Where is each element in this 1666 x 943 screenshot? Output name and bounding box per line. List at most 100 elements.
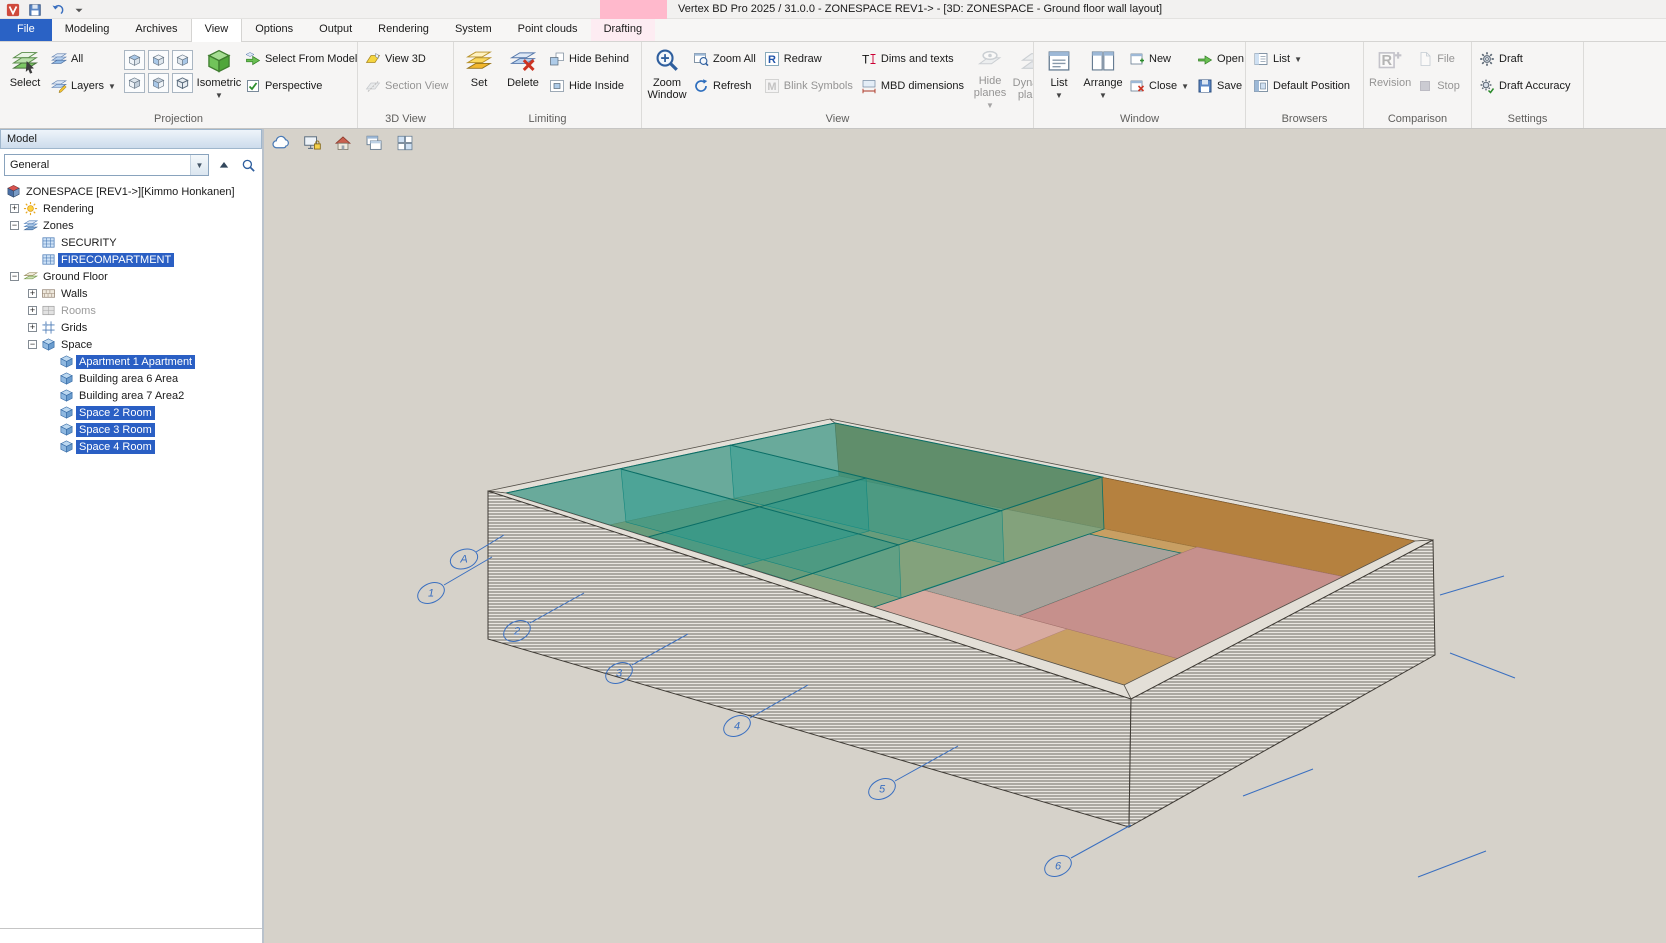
ribbon-button-arrange[interactable]: Arrange▼ [1081,42,1125,112]
tree-expander-grids[interactable]: + [28,323,37,332]
ribbon-button-section-view[interactable]: Section View [363,76,450,96]
ribbon-button-redraw[interactable]: RRedraw [762,49,855,69]
home-view-button[interactable] [331,132,355,153]
tree-item-rooms[interactable]: +Rooms [0,302,262,319]
projection-view-button-proj-1[interactable] [124,50,145,70]
grid-line[interactable] [1450,653,1515,678]
projection-view-button-proj-3[interactable] [172,50,193,70]
ribbon-button-hide-planes[interactable]: Hide planes▼ [968,42,1012,112]
ribbon-button-set[interactable]: Set [457,42,501,112]
tree-item-zones[interactable]: −Zones [0,217,262,234]
tree-expander-rooms[interactable]: + [28,306,37,315]
ribbon-button-file[interactable]: File [1415,49,1462,69]
ribbon-button-zoom-window[interactable]: Zoom Window [645,42,689,112]
tree-item-building-area-6-area[interactable]: Building area 6 Area [0,370,262,387]
protected-view-button[interactable] [300,132,324,153]
quick-access-dropdown-button[interactable] [69,1,88,18]
tree-expander-rendering[interactable]: + [10,204,19,213]
grid-line[interactable] [444,557,492,585]
app-menu-button[interactable] [3,1,22,18]
grid-bubble-6[interactable]: 6 [1041,851,1074,880]
collapse-tree-button[interactable] [214,155,234,175]
tab-modeling[interactable]: Modeling [52,19,123,41]
ribbon-button-zoom-all[interactable]: Zoom All [691,49,758,69]
search-button[interactable] [238,155,258,175]
tab-drafting[interactable]: Drafting [591,19,656,41]
ribbon-button-all[interactable]: All [49,49,118,69]
ribbon-button-isometric[interactable]: Isometric▼ [197,42,241,112]
tree-item-apartment-1-apartment[interactable]: Apartment 1 Apartment [0,353,262,370]
ribbon-button-default-position[interactable]: Default Position [1251,76,1352,96]
ribbon-button-delete[interactable]: Delete [501,42,545,112]
tree-item-walls[interactable]: +Walls [0,285,262,302]
ribbon-button-select-from-model[interactable]: Select From Model [243,49,358,69]
tab-file[interactable]: File [0,19,52,41]
ribbon-button-revision[interactable]: RRevision [1367,42,1413,112]
tree-item-grids[interactable]: +Grids [0,319,262,336]
ribbon-button-save[interactable]: Save▼ [1195,76,1246,96]
scene-3d[interactable]: 1A23456 [264,129,1666,943]
tree-item-ground-floor[interactable]: −Ground Floor [0,268,262,285]
tab-point-clouds[interactable]: Point clouds [505,19,591,41]
projection-view-button-proj-5[interactable] [148,73,169,93]
undo-button[interactable] [47,1,66,18]
tree-item-space-3-room[interactable]: Space 3 Room [0,421,262,438]
tab-archives[interactable]: Archives [122,19,190,41]
tree-item-building-area-7-area2[interactable]: Building area 7 Area2 [0,387,262,404]
tree-expander-space[interactable]: − [28,340,37,349]
ribbon-button-perspective[interactable]: Perspective [243,76,358,96]
grid-line[interactable] [1440,576,1504,595]
tree-filter-combobox[interactable]: General ▼ [4,154,209,176]
tree-item-space-2-room[interactable]: Space 2 Room [0,404,262,421]
projection-view-button-proj-2[interactable] [148,50,169,70]
ribbon-button-draft-accuracy[interactable]: Draft Accuracy [1477,76,1573,96]
projection-view-button-proj-6[interactable] [172,73,193,93]
cascade-windows-button[interactable] [362,132,386,153]
ribbon-button-list[interactable]: List▼ [1037,42,1081,112]
tree-item-firecompartment[interactable]: FIRECOMPARTMENT [0,251,262,268]
ribbon-button-view-3d[interactable]: View 3D [363,49,450,69]
ribbon-button-blink-symbols[interactable]: MBlink Symbols [762,76,855,96]
ribbon-button-layers[interactable]: Layers▼ [49,76,118,96]
ribbon-button-stop[interactable]: Stop [1415,76,1462,96]
ribbon-button-new[interactable]: New [1127,49,1191,69]
ribbon-button-select[interactable]: Select [3,42,47,112]
tree-expander-ground-floor[interactable]: − [10,272,19,281]
tree-expander-zones[interactable]: − [10,221,19,230]
tree-item-space-4-room[interactable]: Space 4 Room [0,438,262,455]
grid-line[interactable] [1418,851,1486,877]
viewport-3d[interactable]: 1A23456 [264,129,1666,943]
grid-line[interactable] [1243,769,1313,796]
tree-expander-walls[interactable]: + [28,289,37,298]
tree-horizontal-scrollbar[interactable] [0,928,262,943]
grid-bubble-5[interactable]: 5 [865,774,898,803]
tab-view[interactable]: View [191,19,243,42]
tree-item-security[interactable]: SECURITY [0,234,262,251]
tab-output[interactable]: Output [306,19,365,41]
ribbon-button-dims-and-texts[interactable]: TDims and texts [859,49,966,69]
projection-view-button-proj-4[interactable] [124,73,145,93]
ribbon-button-dynamic-planes[interactable]: Dynamic planes [1012,42,1034,112]
tab-options[interactable]: Options [242,19,306,41]
tab-rendering[interactable]: Rendering [365,19,442,41]
ribbon-button-refresh[interactable]: Refresh [691,76,758,96]
tree-item-zonespace-rev1-kimmo-honkanen[interactable]: ZONESPACE [REV1->][Kimmo Honkanen] [0,183,262,200]
combo-dropdown-arrow[interactable]: ▼ [190,155,208,175]
ribbon-button-list[interactable]: List▼ [1251,49,1352,69]
tree-item-space[interactable]: −Space [0,336,262,353]
ribbon-button-mbd-dimensions[interactable]: MBD dimensions [859,76,966,96]
cloud-sync-button[interactable] [269,132,293,153]
save-button[interactable] [25,1,44,18]
grid-bubble-A[interactable]: A [448,546,481,573]
grid-line[interactable] [1071,825,1131,858]
ribbon-button-hide-behind[interactable]: Hide Behind [547,49,631,69]
building-model[interactable] [488,419,1435,827]
tab-system[interactable]: System [442,19,505,41]
ribbon-button-open[interactable]: Open▼ [1195,49,1246,69]
tile-windows-button[interactable] [393,132,417,153]
tree-item-rendering[interactable]: +Rendering [0,200,262,217]
grid-bubble-1[interactable]: 1 [414,578,447,607]
ribbon-button-hide-inside[interactable]: Hide Inside [547,76,631,96]
ribbon-button-draft[interactable]: Draft [1477,49,1573,69]
ribbon-button-close[interactable]: Close▼ [1127,76,1191,96]
